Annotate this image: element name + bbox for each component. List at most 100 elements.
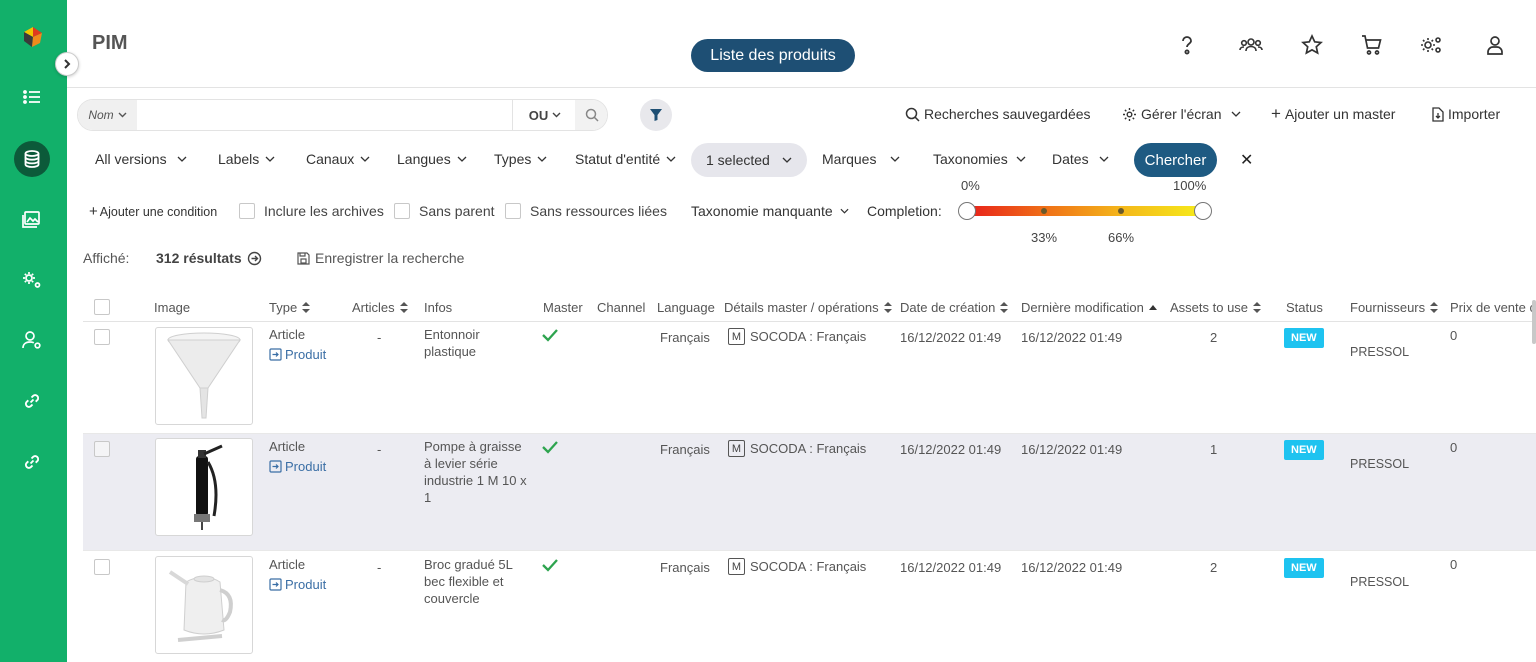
row-created: 16/12/2022 01:49 bbox=[900, 442, 1002, 457]
add-condition-button[interactable]: + Ajouter une condition bbox=[89, 203, 217, 220]
user-settings-icon[interactable] bbox=[14, 322, 50, 358]
search-field-select[interactable]: Nom bbox=[78, 100, 137, 130]
column-status: Status bbox=[1286, 300, 1323, 315]
vertical-scrollbar[interactable] bbox=[1532, 300, 1536, 344]
filter-languages[interactable]: Langues bbox=[397, 151, 467, 167]
include-archives-checkbox[interactable] bbox=[239, 203, 255, 219]
row-checkbox[interactable] bbox=[94, 559, 110, 575]
table-row[interactable]: Article Produit - Broc gradué 5L bec fle… bbox=[83, 551, 1536, 662]
table-row[interactable]: Article Produit - Entonnoir plastique Fr… bbox=[83, 322, 1536, 434]
column-type-label: Type bbox=[269, 300, 298, 315]
link-icon[interactable] bbox=[14, 383, 50, 419]
product-image[interactable] bbox=[155, 438, 253, 536]
row-master-details: M SOCODA : Français bbox=[728, 558, 866, 575]
funnel-image bbox=[167, 332, 241, 419]
row-product-link[interactable]: Produit bbox=[269, 459, 326, 474]
search-input[interactable] bbox=[138, 100, 513, 130]
filter-taxonomies[interactable]: Taxonomies bbox=[933, 151, 1026, 167]
sort-icon bbox=[1000, 302, 1009, 313]
search-button[interactable] bbox=[575, 100, 607, 130]
row-checkbox[interactable] bbox=[94, 441, 110, 457]
include-archives-option[interactable]: Inclure les archives bbox=[239, 203, 384, 219]
no-parent-checkbox[interactable] bbox=[394, 203, 410, 219]
save-search-button[interactable]: Enregistrer la recherche bbox=[297, 250, 464, 266]
filter-selected[interactable]: 1 selected bbox=[691, 143, 807, 177]
column-articles[interactable]: Articles bbox=[352, 300, 408, 315]
row-infos: Broc gradué 5L bec flexible et couvercle bbox=[424, 557, 513, 606]
completion-slider-min-handle[interactable] bbox=[958, 202, 976, 220]
row-checkbox[interactable] bbox=[94, 329, 110, 345]
link-icon-2[interactable] bbox=[14, 444, 50, 480]
saved-searches-label: Recherches sauvegardées bbox=[924, 106, 1091, 122]
product-image[interactable] bbox=[155, 556, 253, 654]
product-image[interactable] bbox=[155, 327, 253, 425]
column-created[interactable]: Date de création bbox=[900, 300, 1009, 315]
table-row[interactable]: Article Produit - Pompe à graisse à levi… bbox=[83, 434, 1536, 551]
filter-all-versions[interactable]: All versions bbox=[95, 151, 187, 167]
row-assets: 2 bbox=[1210, 560, 1218, 575]
filter-dates[interactable]: Dates bbox=[1052, 151, 1109, 167]
chevron-down-icon bbox=[1232, 111, 1241, 117]
cart-icon[interactable] bbox=[1360, 33, 1384, 57]
no-linked-resources-checkbox[interactable] bbox=[505, 203, 521, 219]
column-master-details[interactable]: Détails master / opérations bbox=[724, 300, 892, 315]
help-icon[interactable] bbox=[1175, 33, 1199, 57]
filter-entity-status[interactable]: Statut d'entité bbox=[575, 151, 676, 167]
settings-gears-icon[interactable] bbox=[14, 262, 50, 298]
no-linked-resources-option[interactable]: Sans ressources liées bbox=[505, 203, 667, 219]
row-type: Article bbox=[269, 557, 306, 572]
filter-labels[interactable]: Labels bbox=[218, 151, 275, 167]
row-product-link[interactable]: Produit bbox=[269, 347, 326, 362]
completion-slider-track[interactable] bbox=[967, 206, 1203, 216]
import-label: Importer bbox=[1448, 106, 1501, 122]
star-icon[interactable] bbox=[1300, 33, 1324, 57]
user-account-icon[interactable] bbox=[1483, 33, 1507, 57]
admin-settings-icon[interactable] bbox=[1419, 33, 1443, 57]
row-articles: - bbox=[377, 442, 382, 457]
row-product-link[interactable]: Produit bbox=[269, 577, 326, 592]
chercher-button[interactable]: Chercher bbox=[1134, 143, 1217, 177]
column-master-details-label: Détails master / opérations bbox=[724, 300, 879, 315]
media-gallery-icon[interactable] bbox=[14, 201, 50, 237]
clear-filters-close-icon[interactable]: ✕ bbox=[1240, 150, 1253, 170]
results-count[interactable]: 312 résultats bbox=[156, 250, 262, 266]
column-modified[interactable]: Dernière modification bbox=[1021, 300, 1157, 315]
missing-taxonomy-select[interactable]: Taxonomie manquante bbox=[691, 203, 849, 219]
column-assets-label: Assets to use bbox=[1170, 300, 1249, 315]
manage-screen-button[interactable]: Gérer l'écran bbox=[1122, 106, 1241, 122]
filter-toggle-button[interactable] bbox=[640, 99, 672, 131]
sort-icon bbox=[1253, 302, 1262, 313]
chevron-down-icon bbox=[265, 156, 275, 162]
file-import-icon bbox=[1432, 106, 1444, 122]
filter-brands-label: Marques bbox=[822, 151, 877, 167]
no-parent-option[interactable]: Sans parent bbox=[394, 203, 495, 219]
row-master-details: M SOCODA : Français bbox=[728, 328, 866, 345]
saved-searches-button[interactable]: Recherches sauvegardées bbox=[905, 106, 1091, 122]
import-button[interactable]: Importer bbox=[1432, 106, 1500, 122]
list-icon[interactable] bbox=[14, 79, 50, 115]
filter-taxonomies-label: Taxonomies bbox=[933, 151, 1008, 167]
row-infos: Pompe à graisse à levier série industrie… bbox=[424, 439, 527, 505]
sidebar-toggle-button[interactable] bbox=[55, 52, 79, 76]
database-icon[interactable] bbox=[14, 141, 50, 177]
column-language: Language bbox=[657, 300, 715, 315]
filter-types[interactable]: Types bbox=[494, 151, 547, 167]
search-operator-select[interactable]: OU bbox=[515, 100, 575, 130]
completion-slider-max-handle[interactable] bbox=[1194, 202, 1212, 220]
row-infos: Entonnoir plastique bbox=[424, 327, 480, 359]
column-assets[interactable]: Assets to use bbox=[1170, 300, 1262, 315]
sort-ascending-icon bbox=[1148, 304, 1157, 310]
row-price: 0 bbox=[1450, 440, 1458, 455]
filter-brands[interactable]: Marques bbox=[822, 151, 900, 167]
column-type[interactable]: Type bbox=[269, 300, 311, 315]
add-condition-label: Ajouter une condition bbox=[99, 204, 218, 219]
add-master-button[interactable]: + Ajouter un master bbox=[1271, 105, 1395, 122]
column-suppliers[interactable]: Fournisseurs bbox=[1350, 300, 1439, 315]
select-all-checkbox[interactable] bbox=[94, 299, 110, 315]
save-icon bbox=[297, 251, 310, 265]
chevron-down-icon bbox=[666, 156, 676, 162]
app-logo[interactable] bbox=[20, 24, 46, 50]
filter-channels[interactable]: Canaux bbox=[306, 151, 370, 167]
row-language: Français bbox=[660, 442, 710, 457]
team-icon[interactable] bbox=[1239, 33, 1263, 57]
